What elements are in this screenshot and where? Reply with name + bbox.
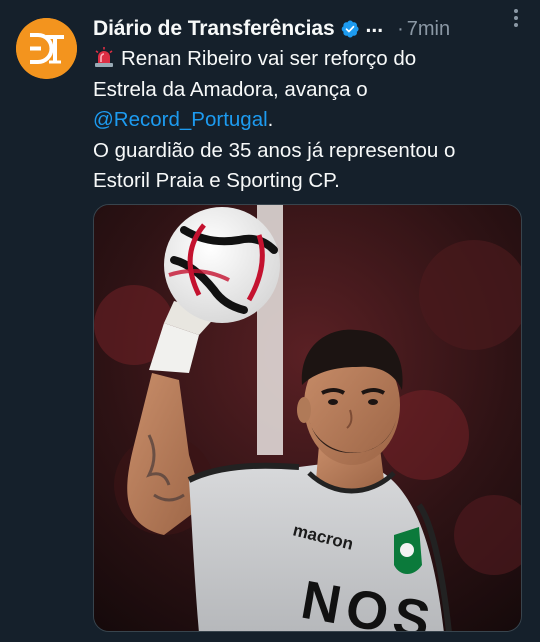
tweet-line-4: O guardião de 35 anos já representou o <box>93 138 456 162</box>
tweet-header: Diário de Transferências ... · 7min <box>93 14 526 44</box>
siren-emoji-icon <box>95 47 113 67</box>
header-separator: · <box>397 17 404 40</box>
tweet-timestamp[interactable]: 7min <box>407 18 450 41</box>
tweet-line-1: Renan Ribeiro vai ser reforço do <box>93 44 533 75</box>
mention-link[interactable]: @Record_Portugal <box>93 108 268 131</box>
author-name[interactable]: Diário de Transferências <box>93 17 335 41</box>
tweet-line-3: @Record_Portugal. <box>93 105 533 136</box>
tweet[interactable]: Diário de Transferências ... · 7min Rena… <box>0 0 540 642</box>
tweet-line-1-text: Renan Ribeiro vai ser reforço do <box>121 47 417 70</box>
mention-suffix: . <box>267 108 274 131</box>
tweet-photo[interactable]: macron NOS <box>93 204 522 632</box>
tweet-text: Renan Ribeiro vai ser reforço do Estrela… <box>93 44 533 197</box>
more-options-icon[interactable] <box>504 6 528 30</box>
author-avatar[interactable] <box>16 18 77 79</box>
tweet-line-2: Estrela da Amadora, avança o <box>93 77 368 101</box>
name-truncation: ... <box>365 14 384 37</box>
tweet-line-5: Estoril Praia e Sporting CP. <box>93 169 340 192</box>
dt-logo-icon <box>16 18 77 79</box>
goalkeeper-photo: macron NOS <box>94 205 521 631</box>
verified-badge-icon <box>341 20 359 38</box>
